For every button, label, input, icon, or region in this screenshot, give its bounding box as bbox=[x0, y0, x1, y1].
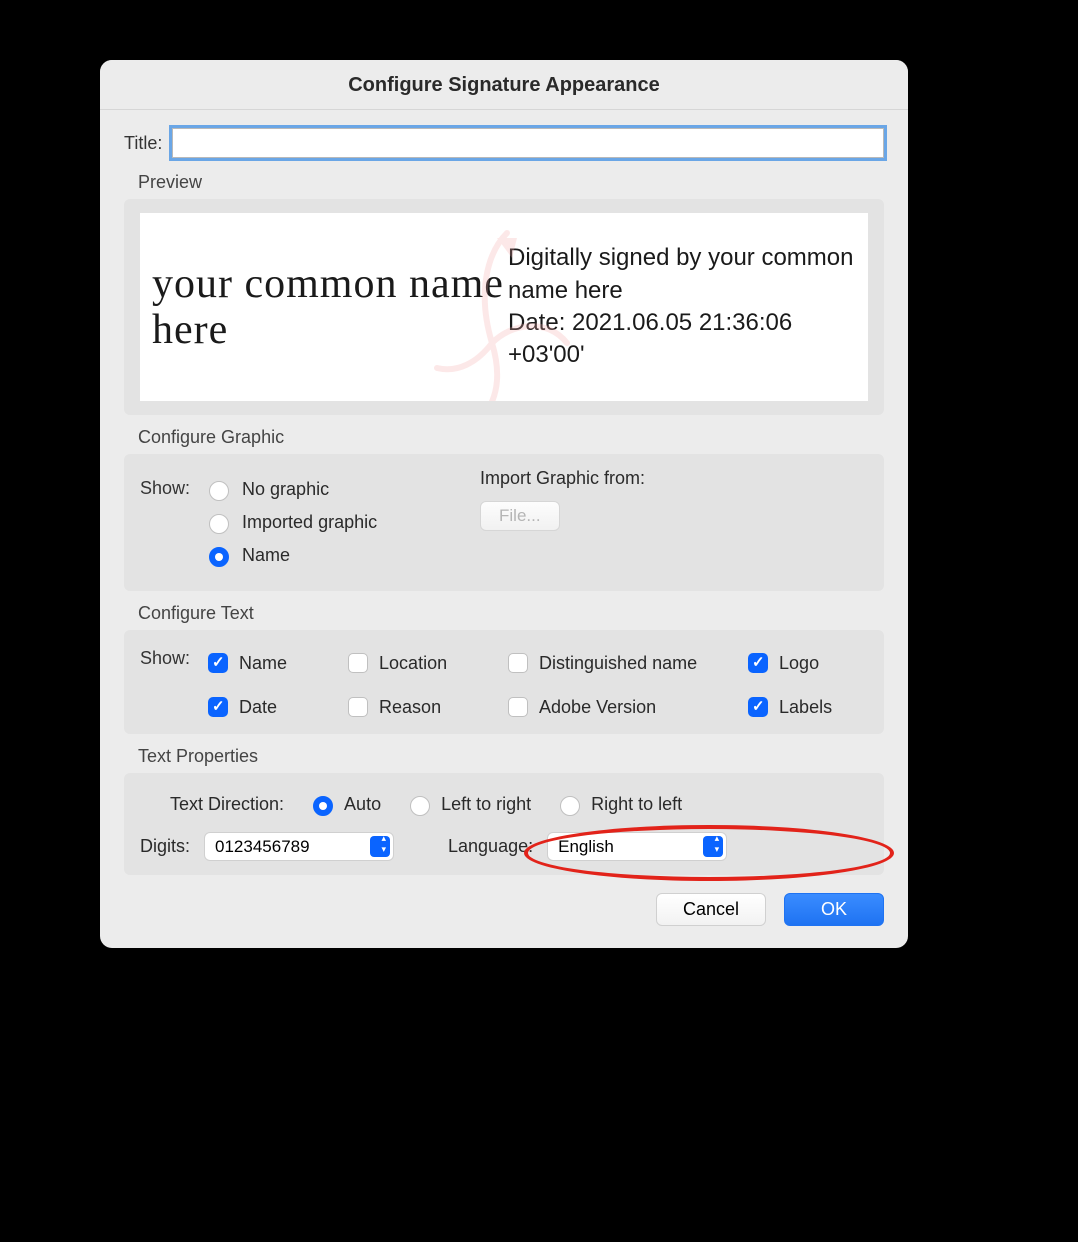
configure-graphic-group: Show: No graphic Imported graphic bbox=[124, 454, 884, 591]
checkbox-labels[interactable] bbox=[748, 697, 768, 717]
preview-label: Preview bbox=[138, 172, 884, 193]
language-select[interactable]: English bbox=[547, 832, 727, 861]
radio-ltr-label: Left to right bbox=[441, 794, 531, 815]
title-label: Title: bbox=[124, 133, 162, 154]
text-show-label: Show: bbox=[140, 648, 190, 669]
radio-imported-graphic-label: Imported graphic bbox=[242, 512, 377, 533]
digits-select[interactable]: 0123456789 bbox=[204, 832, 394, 861]
ok-button[interactable]: OK bbox=[784, 893, 884, 926]
configure-graphic-label: Configure Graphic bbox=[138, 427, 884, 448]
checkbox-distinguished[interactable] bbox=[508, 653, 528, 673]
file-button: File... bbox=[480, 501, 560, 531]
checkbox-logo-label: Logo bbox=[779, 653, 819, 674]
text-direction-label: Text Direction: bbox=[170, 794, 284, 815]
checkbox-date[interactable] bbox=[208, 697, 228, 717]
digits-label: Digits: bbox=[140, 836, 190, 857]
checkbox-labels-label: Labels bbox=[779, 697, 832, 718]
radio-no-graphic-label: No graphic bbox=[242, 479, 329, 500]
checkbox-location[interactable] bbox=[348, 653, 368, 673]
preview-group: your common name here Digitally signed b… bbox=[124, 199, 884, 415]
preview-signed-by: Digitally signed by your common name her… bbox=[508, 242, 868, 307]
radio-imported-graphic[interactable] bbox=[209, 514, 229, 534]
configure-text-group: Show: Name Location Distinguished name L… bbox=[124, 630, 884, 734]
radio-auto-label: Auto bbox=[344, 794, 381, 815]
checkbox-reason[interactable] bbox=[348, 697, 368, 717]
preview-box: your common name here Digitally signed b… bbox=[140, 213, 868, 401]
checkbox-reason-label: Reason bbox=[379, 697, 441, 718]
radio-rtl-label: Right to left bbox=[591, 794, 682, 815]
preview-name-text: your common name here bbox=[140, 213, 504, 401]
radio-ltr[interactable] bbox=[410, 796, 430, 816]
checkbox-distinguished-label: Distinguished name bbox=[539, 653, 697, 674]
language-label: Language: bbox=[448, 836, 533, 857]
radio-no-graphic[interactable] bbox=[209, 481, 229, 501]
cancel-button[interactable]: Cancel bbox=[656, 893, 766, 926]
text-properties-label: Text Properties bbox=[138, 746, 884, 767]
checkbox-name-label: Name bbox=[239, 653, 287, 674]
title-input[interactable] bbox=[172, 128, 884, 158]
dialog-content: Title: Preview your common name here Dig… bbox=[100, 110, 908, 948]
checkbox-adobe-version-label: Adobe Version bbox=[539, 697, 656, 718]
configure-text-label: Configure Text bbox=[138, 603, 884, 624]
dialog-window: Configure Signature Appearance Title: Pr… bbox=[100, 60, 908, 948]
checkbox-logo[interactable] bbox=[748, 653, 768, 673]
checkbox-adobe-version[interactable] bbox=[508, 697, 528, 717]
checkbox-name[interactable] bbox=[208, 653, 228, 673]
checkbox-date-label: Date bbox=[239, 697, 277, 718]
radio-name[interactable] bbox=[209, 547, 229, 567]
graphic-show-label: Show: bbox=[140, 478, 190, 577]
checkbox-location-label: Location bbox=[379, 653, 447, 674]
dialog-title: Configure Signature Appearance bbox=[100, 60, 908, 110]
preview-date: Date: 2021.06.05 21:36:06 +03'00' bbox=[508, 307, 868, 372]
radio-auto[interactable] bbox=[313, 796, 333, 816]
preview-details: Digitally signed by your common name her… bbox=[504, 213, 868, 401]
import-graphic-label: Import Graphic from: bbox=[480, 468, 868, 489]
radio-name-label: Name bbox=[242, 545, 290, 566]
radio-rtl[interactable] bbox=[560, 796, 580, 816]
text-properties-group: Text Direction: Auto Left to right Right… bbox=[124, 773, 884, 875]
